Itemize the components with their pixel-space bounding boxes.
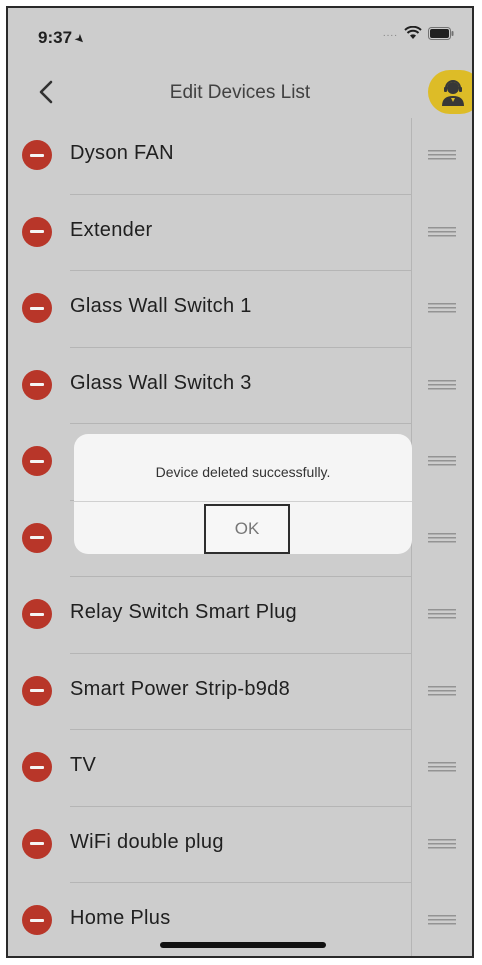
dialog-message: Device deleted successfully.: [155, 464, 331, 480]
phone-screen: 9:37➤ .... Edit Devices List Dyson FAN E…: [6, 6, 474, 958]
dialog-divider: [74, 501, 412, 502]
alert-dialog: Device deleted successfully. OK: [74, 434, 412, 554]
ok-button[interactable]: OK: [204, 504, 290, 554]
home-indicator[interactable]: [160, 942, 326, 948]
